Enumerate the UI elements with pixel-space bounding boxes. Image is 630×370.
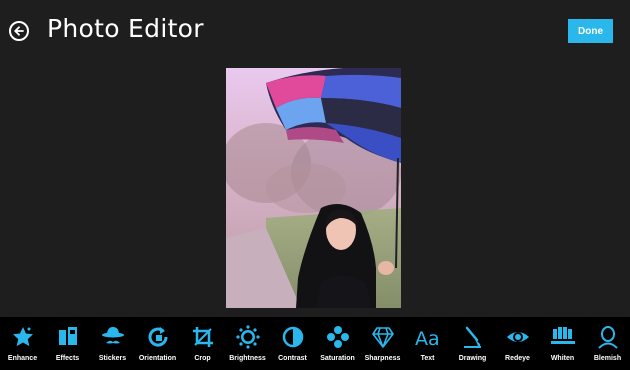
tool-label: Drawing <box>458 355 487 362</box>
photo-canvas[interactable] <box>226 68 401 308</box>
contrast-icon <box>280 324 306 350</box>
brush-icon <box>460 324 486 350</box>
tool-saturation[interactable]: Saturation <box>315 317 360 370</box>
tool-label: Effects <box>55 355 80 362</box>
saturation-icon <box>325 324 351 350</box>
tool-label: Text <box>420 355 435 362</box>
tool-stickers[interactable]: Stickers <box>90 317 135 370</box>
sun-icon <box>235 324 261 350</box>
effects-icon <box>55 324 81 350</box>
tool-label: Enhance <box>7 355 38 362</box>
tool-drawing[interactable]: Drawing <box>450 317 495 370</box>
tool-label: Redeye <box>505 355 530 362</box>
tool-text[interactable]: Aa Text <box>405 317 450 370</box>
tool-sharpness[interactable]: Sharpness <box>360 317 405 370</box>
hat-mustache-icon <box>100 324 126 350</box>
photo-image <box>226 68 401 308</box>
diamond-icon <box>370 324 396 350</box>
back-button[interactable] <box>9 21 29 41</box>
tool-label: Sharpness <box>364 355 401 362</box>
tool-blemish[interactable]: Blemish <box>585 317 630 370</box>
tool-label: Brightness <box>229 355 266 362</box>
rotate-icon <box>145 324 171 350</box>
done-button[interactable]: Done <box>568 19 613 43</box>
face-icon <box>595 324 621 350</box>
eye-icon <box>505 324 531 350</box>
tool-orientation[interactable]: Orientation <box>135 317 180 370</box>
tool-crop[interactable]: Crop <box>180 317 225 370</box>
star-icon <box>10 324 36 350</box>
page-title: Photo Editor <box>47 14 204 43</box>
editing-toolbar: Enhance Effects Stickers Orientation Crop Bri… <box>0 317 630 370</box>
text-aa-icon: Aa <box>415 324 441 350</box>
tool-label: Stickers <box>98 355 127 362</box>
app-header: Photo Editor Done <box>0 0 630 60</box>
svg-text:Aa: Aa <box>415 328 440 349</box>
tool-label: Whiten <box>550 355 575 362</box>
tool-label: Blemish <box>593 355 622 362</box>
tool-label: Orientation <box>138 355 177 362</box>
tool-whiten[interactable]: Whiten <box>540 317 585 370</box>
tool-contrast[interactable]: Contrast <box>270 317 315 370</box>
tool-enhance[interactable]: Enhance <box>0 317 45 370</box>
tool-label: Saturation <box>320 355 355 362</box>
teeth-icon <box>550 324 576 350</box>
tool-label: Crop <box>194 355 211 362</box>
tool-label: Contrast <box>278 355 307 362</box>
crop-icon <box>190 324 216 350</box>
arrow-left-icon <box>14 26 24 36</box>
tool-effects[interactable]: Effects <box>45 317 90 370</box>
tool-brightness[interactable]: Brightness <box>225 317 270 370</box>
tool-redeye[interactable]: Redeye <box>495 317 540 370</box>
